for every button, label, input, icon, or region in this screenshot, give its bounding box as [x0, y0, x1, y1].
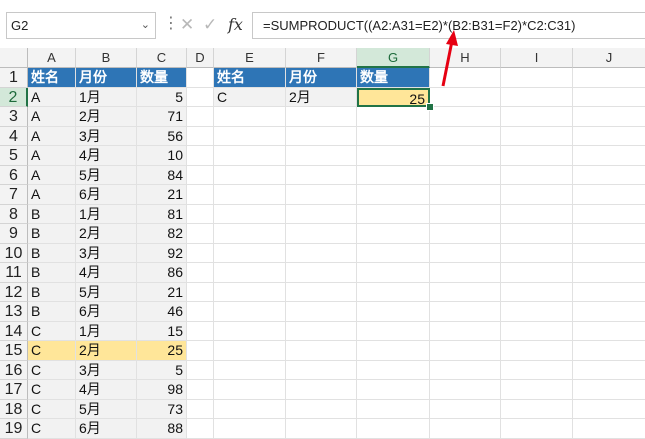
- cell-i19[interactable]: [501, 419, 573, 439]
- arrow-head: [446, 30, 458, 46]
- row-header-19[interactable]: 19: [0, 419, 28, 439]
- cell-e19[interactable]: [214, 419, 286, 439]
- cell-f19[interactable]: [286, 419, 357, 439]
- table-cell[interactable]: 88: [137, 419, 187, 439]
- arrow-shaft: [441, 40, 454, 87]
- cell-g19[interactable]: [357, 419, 430, 439]
- cell-d19[interactable]: [187, 419, 214, 439]
- cell-h19[interactable]: [430, 419, 501, 439]
- annotation-arrow: [441, 30, 458, 87]
- cell-j19[interactable]: [573, 419, 645, 439]
- table-cell[interactable]: C: [28, 419, 76, 439]
- table-cell[interactable]: 6月: [76, 419, 137, 439]
